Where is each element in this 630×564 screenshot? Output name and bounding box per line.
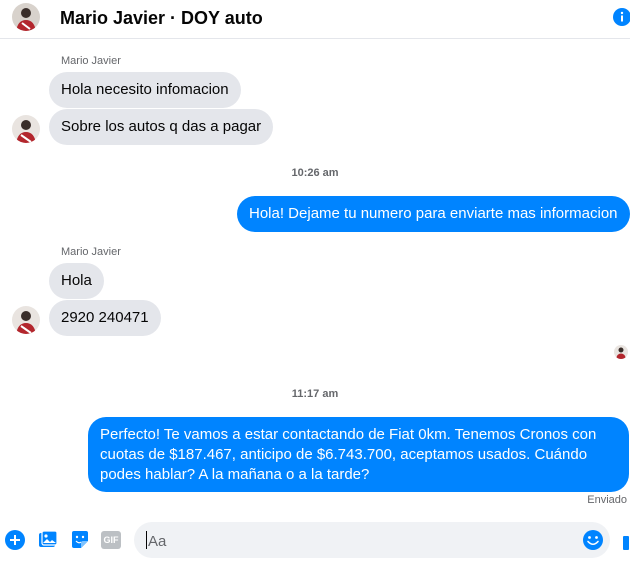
photo-icon[interactable] xyxy=(38,530,58,550)
sticker-icon[interactable] xyxy=(70,530,90,550)
message-bubble-incoming[interactable]: Hola necesito infomacion xyxy=(49,72,241,108)
message-input-wrapper[interactable] xyxy=(134,522,610,560)
message-bubble-incoming[interactable]: Hola xyxy=(49,263,104,299)
user-avatar-icon xyxy=(12,115,40,143)
sender-avatar[interactable] xyxy=(12,115,40,143)
message-list[interactable]: Mario Javier Hola necesito infomacion So… xyxy=(0,38,630,516)
message-timestamp: 11:17 am xyxy=(291,388,339,400)
message-composer: GIF xyxy=(0,516,630,564)
contact-avatar[interactable] xyxy=(12,3,40,31)
sender-name: Mario Javier xyxy=(61,246,121,258)
conversation-header: Mario Javier · DOY auto xyxy=(0,0,630,39)
text-caret xyxy=(146,531,147,549)
message-status: Enviado xyxy=(587,494,627,506)
emoji-icon[interactable] xyxy=(582,529,604,551)
like-button-edge[interactable] xyxy=(623,536,629,550)
user-avatar-icon xyxy=(614,345,628,359)
gif-icon[interactable]: GIF xyxy=(101,531,121,549)
message-bubble-outgoing[interactable]: Hola! Dejame tu numero para enviarte mas… xyxy=(237,196,630,232)
sender-avatar[interactable] xyxy=(12,306,40,334)
seen-indicator-avatar xyxy=(614,345,628,359)
sender-name: Mario Javier xyxy=(61,55,121,67)
message-bubble-incoming[interactable]: 2920 240471 xyxy=(49,300,161,336)
user-avatar-icon xyxy=(12,306,40,334)
message-timestamp: 10:26 am xyxy=(291,167,339,179)
conversation-title[interactable]: Mario Javier · DOY auto xyxy=(60,8,263,29)
add-icon[interactable] xyxy=(5,530,25,550)
message-bubble-incoming[interactable]: Sobre los autos q das a pagar xyxy=(49,109,274,145)
user-avatar-icon xyxy=(12,3,40,31)
message-input[interactable] xyxy=(146,522,570,560)
message-bubble-outgoing[interactable]: Perfecto! Te vamos a estar contactando d… xyxy=(88,417,629,492)
info-icon[interactable] xyxy=(613,8,630,26)
